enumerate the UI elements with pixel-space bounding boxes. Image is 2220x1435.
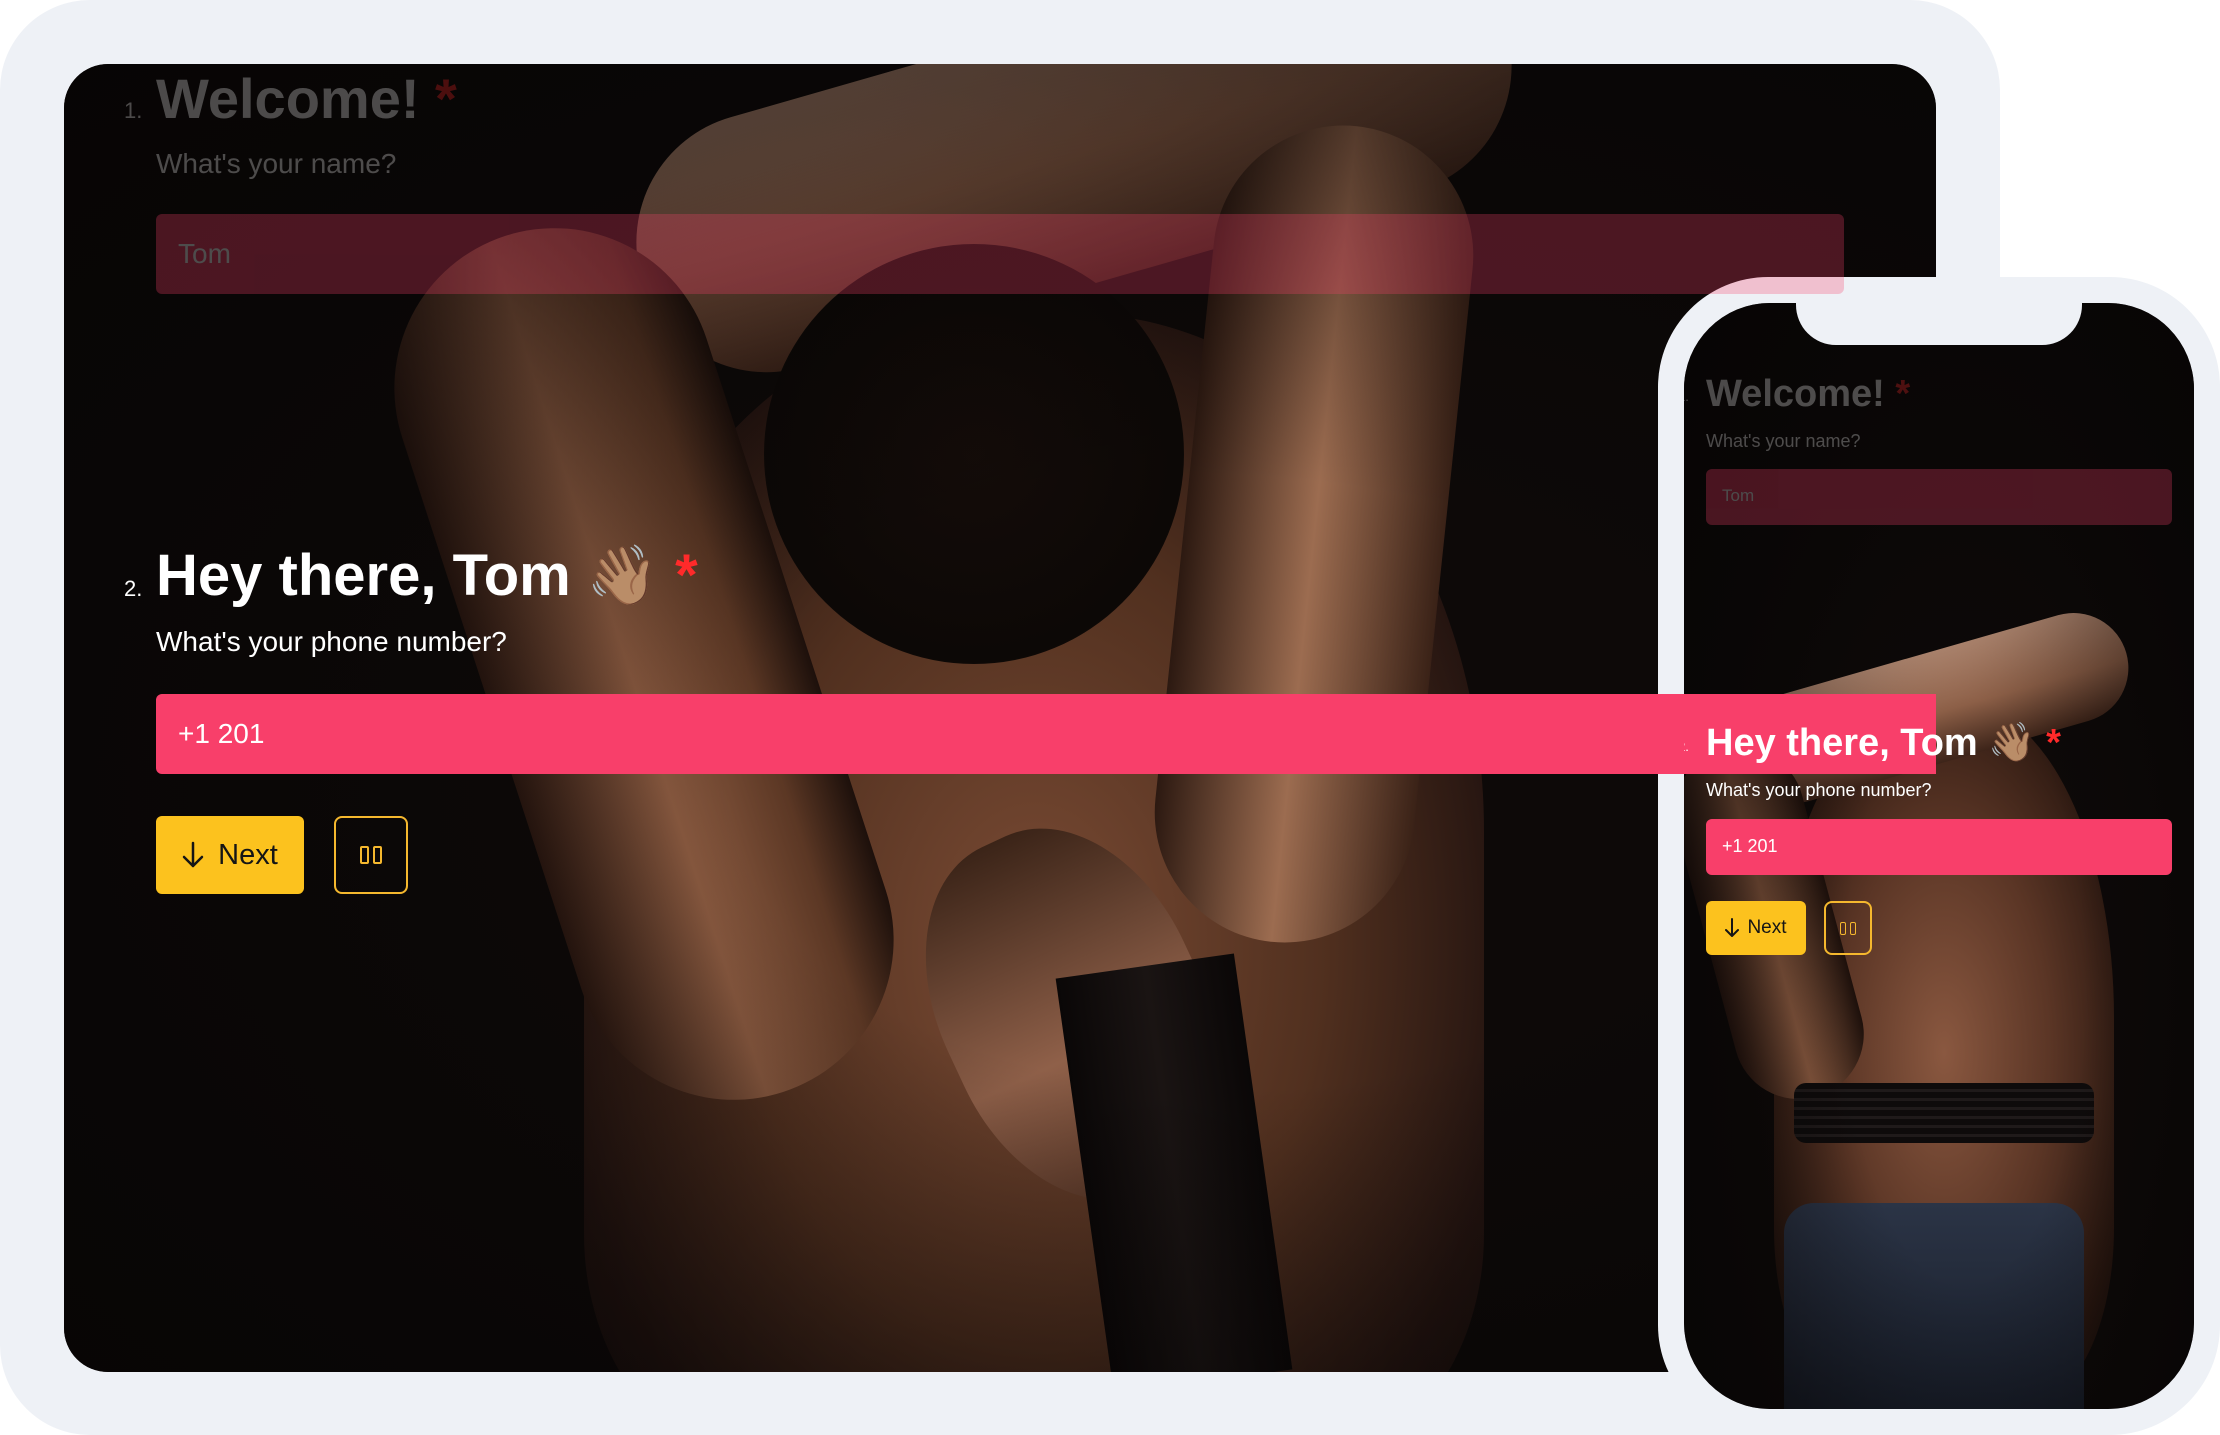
question-title-text: Hey there, Tom bbox=[156, 543, 571, 608]
question-phone: 2. Hey there, Tom 👋🏽 * What's your phone… bbox=[1684, 303, 2194, 1409]
keyboard-button[interactable] bbox=[334, 816, 408, 894]
phone-form: 1. Welcome! * What's your name? Tom 2. H… bbox=[1684, 303, 2194, 1409]
next-button[interactable]: Next bbox=[1706, 901, 1806, 955]
tablet-form: 1. Welcome! * What's your name? Tom 2. H… bbox=[64, 64, 1936, 1372]
next-button-label: Next bbox=[1747, 917, 1787, 938]
arrow-down-icon bbox=[1725, 918, 1740, 937]
question-title: Hey there, Tom 👋🏽 * bbox=[1706, 721, 2061, 765]
next-button[interactable]: Next bbox=[156, 816, 304, 894]
tablet-screen: 1. Welcome! * What's your name? Tom 2. H… bbox=[64, 64, 1936, 1372]
phone-input[interactable]: +1 201 bbox=[1706, 819, 2172, 875]
waving-hand-icon: 👋🏽 bbox=[1988, 722, 2036, 764]
required-mark: * bbox=[2046, 722, 2061, 764]
question-title: Hey there, Tom 👋🏽 * bbox=[156, 542, 698, 610]
phone-frame: 1. Welcome! * What's your name? Tom 2. H… bbox=[1658, 277, 2220, 1435]
phone-notch bbox=[1796, 303, 2082, 345]
next-button-label: Next bbox=[218, 838, 278, 871]
keyboard-icon bbox=[360, 846, 382, 864]
phone-screen: 1. Welcome! * What's your name? Tom 2. H… bbox=[1684, 303, 2194, 1409]
question-title-text: Hey there, Tom bbox=[1706, 722, 1978, 764]
question-phone: 2. Hey there, Tom 👋🏽 * What's your phone… bbox=[64, 64, 1936, 1372]
question-subtitle: What's your phone number? bbox=[156, 626, 507, 657]
question-subtitle: What's your phone number? bbox=[1706, 780, 1932, 800]
phone-input[interactable]: +1 201 bbox=[156, 694, 1936, 774]
waving-hand-icon: 👋🏽 bbox=[586, 543, 660, 608]
keyboard-button[interactable] bbox=[1824, 901, 1872, 955]
keyboard-icon bbox=[1840, 921, 1856, 935]
question-number: 2. bbox=[1684, 739, 1689, 754]
arrow-down-icon bbox=[182, 841, 204, 868]
question-number: 2. bbox=[124, 576, 143, 601]
required-mark: * bbox=[675, 543, 698, 608]
